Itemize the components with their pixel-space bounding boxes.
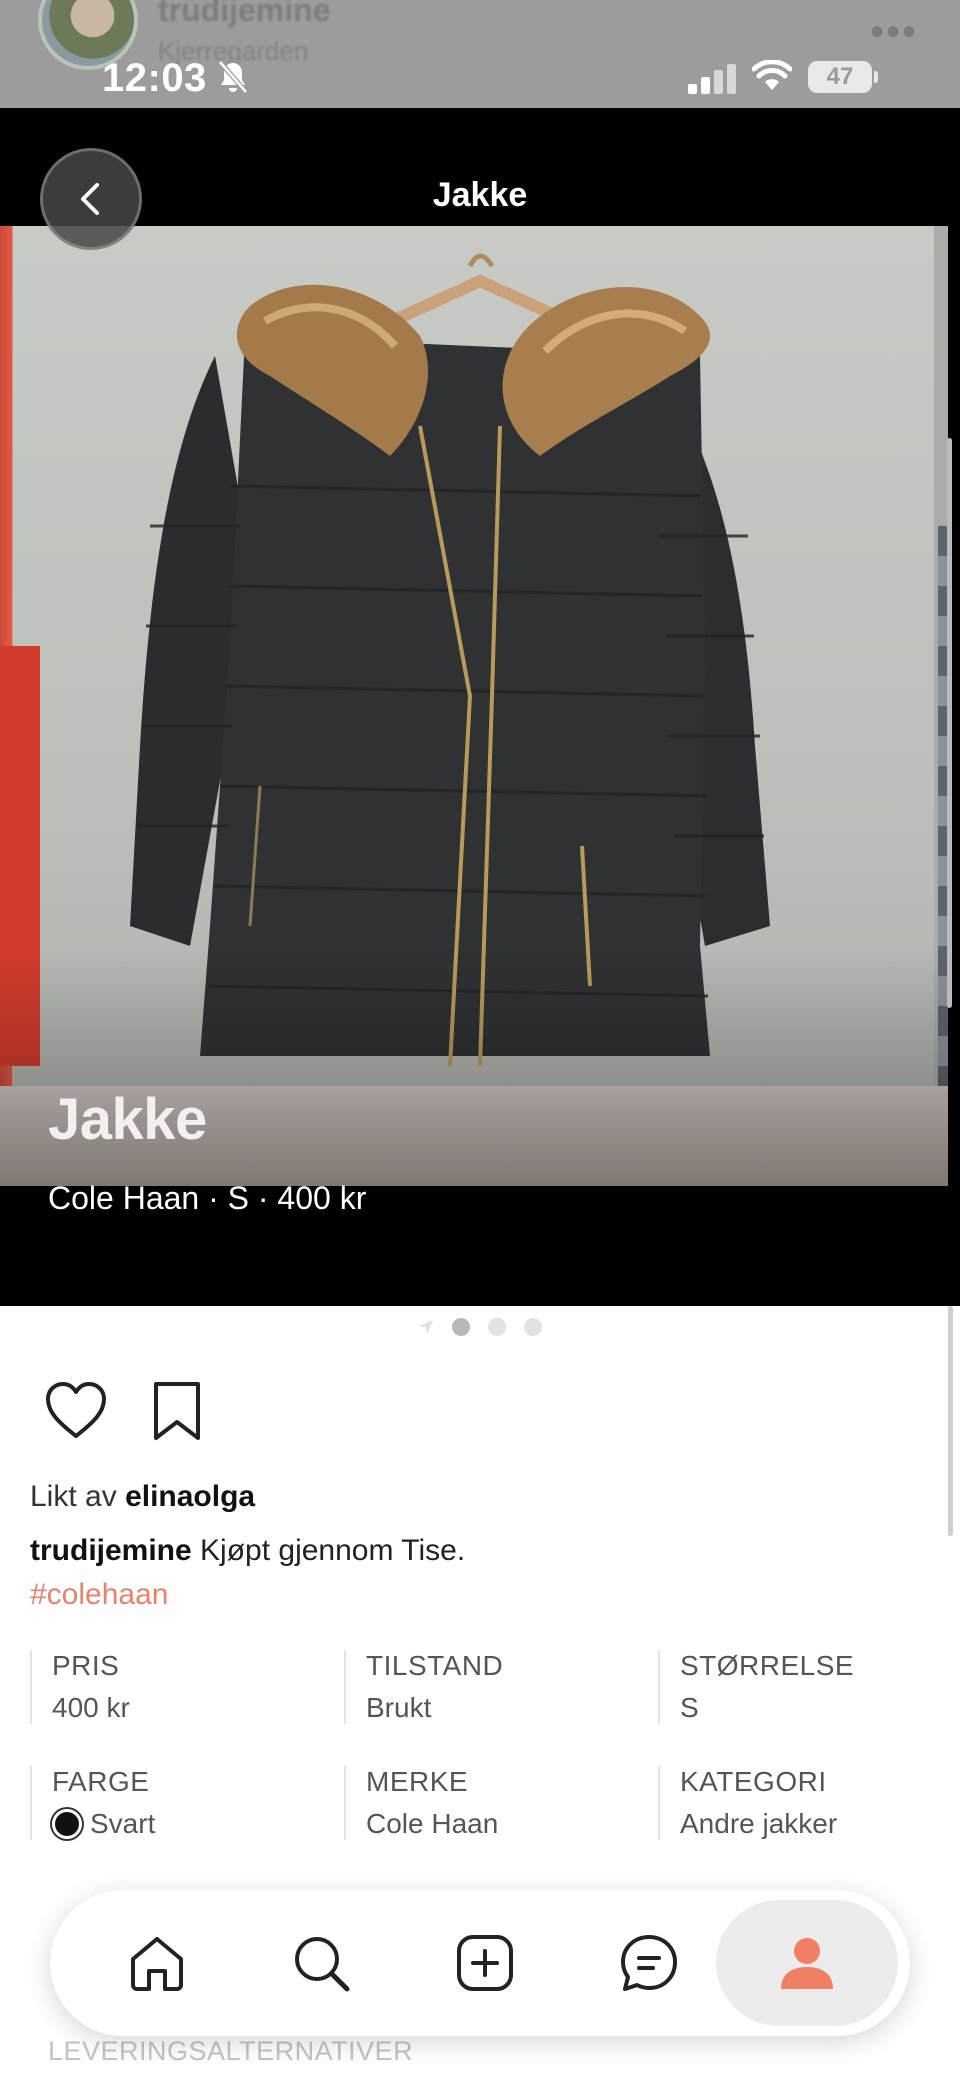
spec-brand: MERKE Cole Haan (344, 1766, 644, 1840)
battery-tip (874, 71, 878, 83)
carousel-dots (0, 1316, 960, 1338)
spec-value: Cole Haan (366, 1808, 644, 1840)
category-value[interactable]: Andre jakker (680, 1808, 837, 1840)
spec-value: Svart (52, 1808, 330, 1840)
spec-label: MERKE (366, 1766, 469, 1797)
listing-photo[interactable] (0, 226, 948, 1186)
post-caption: trudijemine Kjøpt gjennom Tise. (30, 1534, 465, 1568)
carousel-dot-3[interactable] (524, 1318, 542, 1336)
carousel-dot-1[interactable] (452, 1318, 470, 1336)
tab-messages[interactable] (604, 1918, 694, 2008)
bell-off-icon (218, 60, 248, 94)
chat-icon (621, 1935, 677, 1991)
photo-overlay-title: Jakke (48, 1087, 207, 1152)
tab-bar (50, 1890, 910, 2036)
color-swatch (52, 1809, 82, 1839)
home-icon (131, 1937, 183, 1991)
spec-size: STØRRELSE S (658, 1650, 958, 1724)
wifi-icon (752, 60, 792, 90)
caption-author[interactable]: trudijemine (30, 1534, 192, 1567)
liked-by: Likt av elinaolga (30, 1480, 255, 1514)
liked-by-user[interactable]: elinaolga (125, 1480, 255, 1513)
tab-search[interactable] (276, 1918, 366, 2008)
background-username: trudijemine (158, 0, 331, 28)
spec-label: STØRRELSE (680, 1650, 855, 1681)
spec-label: TILSTAND (366, 1650, 504, 1681)
tab-add[interactable] (440, 1918, 530, 2008)
hashtag-link[interactable]: #colehaan (30, 1578, 168, 1612)
spec-value: 400 kr (52, 1692, 330, 1724)
liked-prefix: Likt av (30, 1480, 117, 1513)
status-time: 12:03 (102, 56, 207, 100)
battery-level: 47 (808, 61, 872, 93)
delivery-options-label: LEVERINGSALTERNATIVER (48, 2036, 414, 2066)
photo-overlay-subtitle: Cole Haan · S · 400 kr (48, 1180, 367, 1216)
condition-value: Brukt (366, 1692, 432, 1723)
size-value: S (680, 1692, 699, 1723)
profile-icon (781, 1938, 833, 1989)
spec-value: Andre jakker (680, 1808, 958, 1840)
spec-category: KATEGORI Andre jakker (658, 1766, 958, 1840)
tab-home[interactable] (112, 1918, 202, 2008)
bookmark-icon[interactable] (150, 1380, 204, 1442)
spec-value: S (680, 1692, 958, 1724)
heart-icon[interactable] (44, 1380, 108, 1440)
spec-condition: TILSTAND Brukt (344, 1650, 644, 1724)
spec-label: FARGE (52, 1766, 150, 1797)
carousel-dot-2[interactable] (488, 1318, 506, 1336)
brand-value[interactable]: Cole Haan (366, 1808, 498, 1840)
add-icon (457, 1935, 513, 1991)
spec-price: PRIS 400 kr (30, 1650, 330, 1724)
page-title: Jakke (432, 176, 528, 214)
color-value: Svart (90, 1808, 156, 1839)
signal-icon (688, 64, 736, 94)
back-button[interactable] (40, 148, 142, 250)
page-scrollbar[interactable] (948, 1306, 953, 1536)
chevron-left-icon (81, 183, 99, 215)
more-icon: ••• (869, 10, 918, 54)
listing-sheet: Jakke Jakke Cole Haan · S · 400 kr (0, 108, 960, 1306)
spec-color: FARGE Svart (30, 1766, 330, 1840)
photo-scrollbar[interactable] (947, 438, 952, 1008)
tab-profile[interactable] (716, 1900, 898, 2026)
spec-label: KATEGORI (680, 1766, 827, 1797)
caption-text: Kjøpt gjennom Tise. (200, 1534, 466, 1567)
location-arrow-icon (419, 1320, 433, 1334)
price-value: 400 kr (52, 1692, 130, 1723)
spec-label: PRIS (52, 1650, 120, 1681)
spec-value: Brukt (366, 1692, 644, 1724)
search-icon (295, 1937, 350, 1992)
